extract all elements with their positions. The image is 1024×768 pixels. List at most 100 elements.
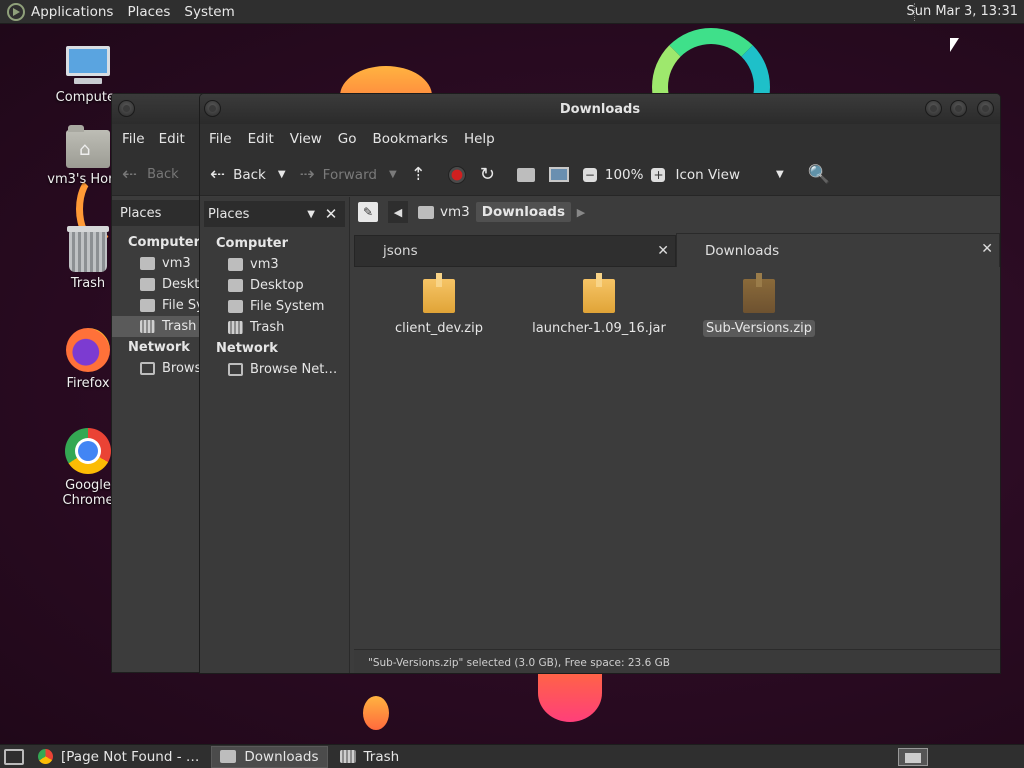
sidebar-item-label: Browse Net… — [250, 362, 338, 377]
back-arrow-icon: ⇠ — [210, 163, 226, 185]
computer-icon — [548, 167, 569, 182]
file-name: Sub-Versions.zip — [702, 320, 816, 337]
taskbar-item-browser[interactable]: [Page Not Found - … — [30, 746, 207, 768]
mouse-cursor-icon — [950, 38, 959, 52]
file-item[interactable]: client_dev.zip — [364, 273, 514, 336]
close-icon[interactable]: ✕ — [321, 204, 341, 224]
toolbar: ⇠ Back ▼ ⇢ Forward ▼ ⇡ ↻ − 100% + Icon V… — [200, 154, 1000, 196]
zoom-in-icon: + — [651, 167, 666, 182]
home-folder-icon — [418, 205, 434, 219]
window-close-button[interactable] — [977, 100, 994, 117]
zoom-level[interactable]: 100% — [605, 167, 644, 183]
taskbar-item-trash[interactable]: Trash — [332, 746, 408, 768]
drive-icon — [140, 299, 155, 312]
forward-button[interactable]: ⇢ Forward ▼ — [300, 165, 397, 184]
wallpaper-shape — [363, 696, 389, 730]
menu-edit[interactable]: Edit — [248, 131, 274, 147]
window-menu-button[interactable] — [204, 100, 221, 117]
taskbar-item-label: Downloads — [244, 748, 319, 765]
breadcrumb-downloads[interactable]: Downloads — [475, 202, 572, 222]
menu-bookmarks[interactable]: Bookmarks — [373, 131, 448, 147]
sidebar-header-label: Places — [208, 206, 250, 222]
file-item[interactable]: Sub-Versions.zip — [684, 273, 834, 337]
menu-go[interactable]: Go — [338, 131, 357, 147]
zoom-in-button[interactable]: + — [651, 167, 666, 182]
distro-logo-icon[interactable] — [7, 2, 25, 21]
sidebar-section-network: Network — [216, 341, 278, 356]
menu-file[interactable]: File — [209, 131, 232, 147]
close-icon[interactable]: ✕ — [981, 241, 993, 257]
top-panel: Applications Places System Sun Mar 3, 13… — [0, 0, 1024, 24]
menu-file[interactable]: File — [122, 131, 145, 147]
taskbar-item-downloads[interactable]: Downloads — [211, 745, 328, 768]
drive-icon — [228, 300, 243, 313]
chevron-down-icon[interactable]: ▼ — [278, 169, 286, 180]
stop-button[interactable] — [447, 165, 466, 184]
breadcrumb-vm3[interactable]: vm3 — [408, 202, 476, 222]
menu-system[interactable]: System — [184, 4, 234, 20]
view-mode-select[interactable]: Icon View ▼ — [675, 167, 783, 183]
menu-edit[interactable]: Edit — [159, 131, 185, 147]
content-area: Places ▼ ✕ Computer vm3 Desktop File Sys… — [200, 197, 1000, 673]
window-close-button[interactable] — [118, 100, 135, 117]
home-button[interactable] — [516, 167, 535, 182]
close-icon[interactable]: ✕ — [657, 243, 669, 259]
desktop-icon — [228, 279, 243, 292]
reload-button[interactable]: ↻ — [479, 163, 503, 185]
sidebar-item-trash[interactable]: Trash — [200, 317, 349, 338]
window-maximize-button[interactable] — [950, 100, 967, 117]
file-name: client_dev.zip — [395, 321, 483, 336]
sidebar-item-desktop[interactable]: Desktop — [200, 275, 349, 296]
sidebar-item-label: Trash — [162, 319, 197, 334]
window-minimize-button[interactable] — [925, 100, 942, 117]
taskbar-item-label: Trash — [363, 748, 400, 765]
tab-jsons[interactable]: jsons ✕ — [354, 235, 676, 267]
path-left-arrow-icon[interactable]: ◀ — [388, 201, 408, 223]
clock[interactable]: Sun Mar 3, 13:31 — [906, 4, 1018, 19]
file-icon-view[interactable]: client_dev.zip launcher-1.09_16.jar Sub-… — [354, 267, 1000, 649]
chevron-down-icon[interactable]: ▼ — [389, 169, 397, 180]
sidebar-header[interactable]: Places ▼ ✕ — [204, 201, 345, 227]
search-button[interactable]: 🔍 — [808, 165, 838, 184]
window-title: Downloads — [559, 101, 641, 117]
trash-icon — [140, 320, 155, 333]
menu-applications[interactable]: Applications — [31, 4, 113, 20]
zoom-out-button[interactable]: − — [582, 167, 597, 182]
back-button[interactable]: Back — [147, 167, 179, 182]
tab-label: Downloads — [705, 242, 780, 259]
up-button[interactable]: ⇡ — [410, 163, 434, 185]
computer-icon — [64, 46, 112, 86]
sidebar-item-file-system[interactable]: File System — [200, 296, 349, 317]
chevron-down-icon[interactable]: ▼ — [307, 209, 315, 220]
back-arrow-icon: ⇠ — [122, 164, 138, 185]
home-folder-icon — [228, 258, 243, 271]
window-titlebar[interactable]: Downloads — [200, 94, 1000, 124]
main-pane: ✎ ◀ vm3 Downloads ▶ jsons ✕ Downloads ✕ — [352, 197, 1000, 673]
menu-help[interactable]: Help — [464, 131, 495, 147]
archive-icon — [423, 273, 455, 313]
sidebar-item-browse-network[interactable]: Browse Net… — [200, 359, 349, 380]
back-button[interactable]: ⇠ Back ▼ — [210, 163, 286, 185]
archive-icon — [583, 273, 615, 313]
folder-icon — [220, 750, 237, 763]
menu-view[interactable]: View — [290, 131, 322, 147]
file-name: launcher-1.09_16.jar — [532, 321, 666, 336]
computer-button[interactable] — [548, 167, 569, 182]
bottom-panel: [Page Not Found - … Downloads Trash — [0, 744, 1024, 768]
workspace-switcher[interactable] — [898, 748, 928, 766]
firefox-icon — [66, 328, 110, 372]
show-desktop-icon[interactable] — [4, 748, 24, 765]
menu-places[interactable]: Places — [127, 4, 170, 20]
taskbar-item-label: [Page Not Found - … — [61, 748, 200, 765]
up-arrow-icon: ⇡ — [410, 163, 426, 185]
file-manager-window: Downloads File Edit View Go Bookmarks He… — [199, 93, 1001, 674]
sidebar-item-vm3[interactable]: vm3 — [200, 254, 349, 275]
tab-downloads[interactable]: Downloads ✕ — [676, 233, 1000, 267]
chevron-down-icon: ▼ — [776, 169, 784, 180]
file-item[interactable]: launcher-1.09_16.jar — [524, 273, 674, 336]
reload-icon: ↻ — [479, 163, 495, 185]
edit-location-icon[interactable]: ✎ — [358, 202, 378, 222]
path-right-arrow-icon[interactable]: ▶ — [571, 201, 591, 223]
trash-icon — [339, 750, 356, 763]
status-bar: "Sub-Versions.zip" selected (3.0 GB), Fr… — [354, 649, 1000, 673]
